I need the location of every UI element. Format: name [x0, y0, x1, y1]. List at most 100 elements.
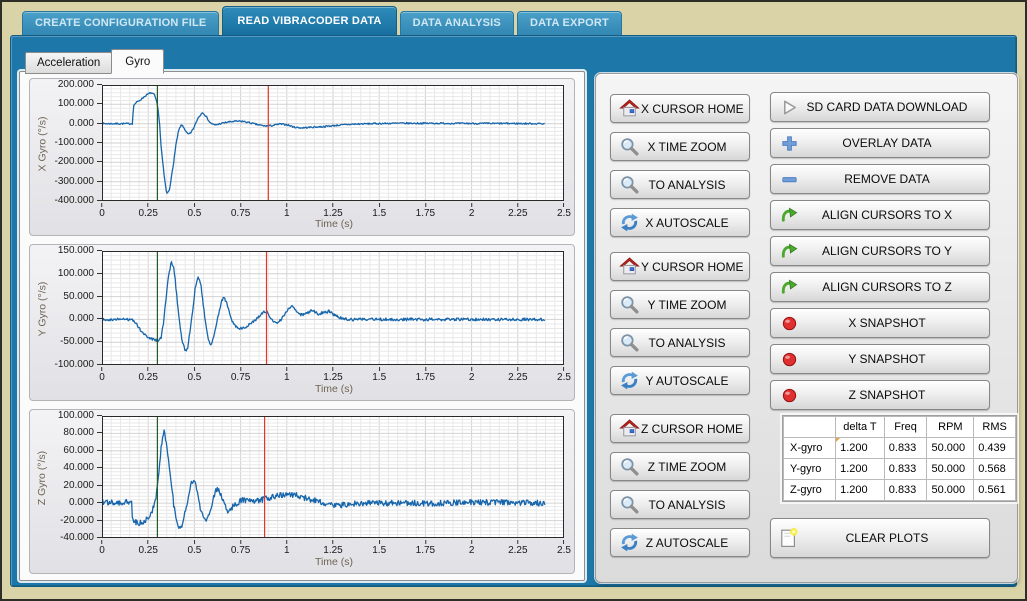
- button-label: REMOVE DATA: [801, 172, 983, 186]
- cell-z-gyro-delta-t: 1.200: [836, 480, 885, 501]
- table-corner: [784, 417, 836, 438]
- z-time-zoom-button[interactable]: Z TIME ZOOM: [610, 452, 750, 481]
- button-label: Z CURSOR HOME: [641, 422, 753, 436]
- cell-x-gyro-delta-t: 1.200: [836, 438, 885, 459]
- column-header-freq: Freq: [884, 417, 927, 438]
- row-header-y-gyro: Y-gyro: [784, 459, 836, 480]
- home-icon: [617, 256, 641, 278]
- clear-plots-button[interactable]: CLEAR PLOTS: [770, 518, 990, 558]
- tab-data-analysis[interactable]: DATA ANALYSIS: [400, 11, 514, 35]
- y-gyro-x-axis-title: Time (s): [102, 383, 566, 397]
- subtab-acceleration[interactable]: Acceleration: [25, 52, 112, 74]
- cell-y-gyro-delta-t: 1.200: [836, 459, 885, 480]
- cell-y-gyro-rms: 0.568: [974, 459, 1016, 480]
- cell-y-gyro-freq: 0.833: [884, 459, 927, 480]
- x-gyro-graph: X Gyro (°/s)200.000100.0000.000-100.000-…: [29, 78, 575, 236]
- table-row: Y-gyro1.2000.83350.0000.568: [784, 459, 1016, 480]
- gyro-stats-table: delta TFreqRPMRMSX-gyro1.2000.83350.0000…: [782, 415, 1017, 502]
- column-header-rms: RMS: [974, 417, 1016, 438]
- z-gyro-y-tick-labels: 100.00080.00060.00040.00020.0000.000-20.…: [50, 416, 102, 538]
- button-label: Y CURSOR HOME: [641, 260, 753, 274]
- record-icon: [777, 312, 801, 334]
- to-analysis-button[interactable]: TO ANALYSIS: [610, 490, 750, 519]
- y-gyro-plot-area[interactable]: [102, 251, 566, 366]
- cell-y-gyro-rpm: 50.000: [927, 459, 974, 480]
- table-row: X-gyro1.2000.83350.0000.439: [784, 438, 1016, 459]
- y-gyro-x-tick-labels: 00.250.50.7511.251.51.7522.252.5: [102, 366, 566, 381]
- x-time-zoom-button[interactable]: X TIME ZOOM: [610, 132, 750, 161]
- cell-x-gyro-rms: 0.439: [974, 438, 1016, 459]
- tab-create-configuration-file[interactable]: CREATE CONFIGURATION FILE: [22, 11, 219, 35]
- button-label: Y TIME ZOOM: [641, 298, 743, 312]
- button-label: SD CARD DATA DOWNLOAD: [801, 100, 983, 114]
- cell-z-gyro-rms: 0.561: [974, 480, 1016, 501]
- y-snapshot-button[interactable]: Y SNAPSHOT: [770, 344, 990, 374]
- y-gyro-y-tick-labels: 150.000100.00050.0000.000-50.000-100.000: [50, 251, 102, 365]
- y-autoscale-button[interactable]: Y AUTOSCALE: [610, 366, 750, 395]
- z-autoscale-button[interactable]: Z AUTOSCALE: [610, 528, 750, 557]
- window-frame: CREATE CONFIGURATION FILEREAD VIBRACODER…: [2, 2, 1025, 599]
- button-label: TO ANALYSIS: [641, 178, 743, 192]
- refresh-icon: [617, 370, 641, 392]
- magnifier-icon: [617, 136, 641, 158]
- button-label: OVERLAY DATA: [801, 136, 983, 150]
- y-time-zoom-button[interactable]: Y TIME ZOOM: [610, 290, 750, 319]
- cell-x-gyro-freq: 0.833: [884, 438, 927, 459]
- z-gyro-x-tick-labels: 00.250.50.7511.251.51.7522.252.5: [102, 539, 566, 554]
- sd-card-data-download-button[interactable]: SD CARD DATA DOWNLOAD: [770, 92, 990, 122]
- play-outline-icon: [777, 96, 801, 118]
- button-label: TO ANALYSIS: [641, 336, 743, 350]
- page-icon: [777, 527, 801, 549]
- cell-x-gyro-rpm: 50.000: [927, 438, 974, 459]
- x-gyro-y-tick-labels: 200.000100.0000.000-100.000-200.000-300.…: [50, 85, 102, 201]
- x-gyro-y-axis-title: X Gyro (°/s): [34, 85, 50, 202]
- cell-z-gyro-freq: 0.833: [884, 480, 927, 501]
- magnifier-icon: [617, 294, 641, 316]
- cell-z-gyro-rpm: 50.000: [927, 480, 974, 501]
- curve-arrow-icon: [777, 240, 801, 262]
- to-analysis-button[interactable]: TO ANALYSIS: [610, 170, 750, 199]
- x-autoscale-button[interactable]: X AUTOSCALE: [610, 208, 750, 237]
- record-icon: [777, 384, 801, 406]
- to-analysis-button[interactable]: TO ANALYSIS: [610, 328, 750, 357]
- sub-tab-bar: AccelerationGyro: [25, 49, 163, 74]
- align-cursors-to-z-button[interactable]: ALIGN CURSORS TO Z: [770, 272, 990, 302]
- button-label: Z TIME ZOOM: [641, 460, 743, 474]
- tab-read-vibracoder-data[interactable]: READ VIBRACODER DATA: [222, 6, 396, 35]
- magnifier-icon: [617, 174, 641, 196]
- x-snapshot-button[interactable]: X SNAPSHOT: [770, 308, 990, 338]
- x-gyro-x-axis-title: Time (s): [102, 218, 566, 232]
- refresh-icon: [617, 212, 641, 234]
- button-label: X SNAPSHOT: [801, 316, 983, 330]
- button-label: CLEAR PLOTS: [801, 531, 983, 545]
- z-cursor-home-button[interactable]: Z CURSOR HOME: [610, 414, 750, 443]
- button-label: Y AUTOSCALE: [641, 374, 743, 388]
- subtab-gyro[interactable]: Gyro: [111, 49, 164, 74]
- z-snapshot-button[interactable]: Z SNAPSHOT: [770, 380, 990, 410]
- tab-data-export[interactable]: DATA EXPORT: [517, 11, 622, 35]
- align-cursors-to-y-button[interactable]: ALIGN CURSORS TO Y: [770, 236, 990, 266]
- button-label: Z SNAPSHOT: [801, 388, 983, 402]
- magnifier-icon: [617, 332, 641, 354]
- z-gyro-graph: Z Gyro (°/s)100.00080.00060.00040.00020.…: [29, 409, 575, 574]
- y-cursor-home-button[interactable]: Y CURSOR HOME: [610, 252, 750, 281]
- z-gyro-x-axis-title: Time (s): [102, 556, 566, 570]
- overlay-data-button[interactable]: OVERLAY DATA: [770, 128, 990, 158]
- home-icon: [617, 98, 641, 120]
- x-gyro-plot-area[interactable]: [102, 85, 566, 202]
- minus-icon: [777, 168, 801, 190]
- table-row: Z-gyro1.2000.83350.0000.561: [784, 480, 1016, 501]
- button-label: X AUTOSCALE: [641, 216, 743, 230]
- gyro-plots-panel: X Gyro (°/s)200.000100.0000.000-100.000-…: [19, 71, 585, 581]
- button-label: X TIME ZOOM: [641, 140, 743, 154]
- x-cursor-home-button[interactable]: X CURSOR HOME: [610, 94, 750, 123]
- refresh-icon: [617, 532, 641, 554]
- column-header-rpm: RPM: [927, 417, 974, 438]
- magnifier-icon: [617, 456, 641, 478]
- plus-icon: [777, 132, 801, 154]
- button-label: ALIGN CURSORS TO Z: [801, 280, 983, 294]
- controls-panel: X CURSOR HOME X TIME ZOOM TO ANALYSIS X AUT…: [595, 73, 1018, 583]
- align-cursors-to-x-button[interactable]: ALIGN CURSORS TO X: [770, 200, 990, 230]
- remove-data-button[interactable]: REMOVE DATA: [770, 164, 990, 194]
- z-gyro-plot-area[interactable]: [102, 416, 566, 539]
